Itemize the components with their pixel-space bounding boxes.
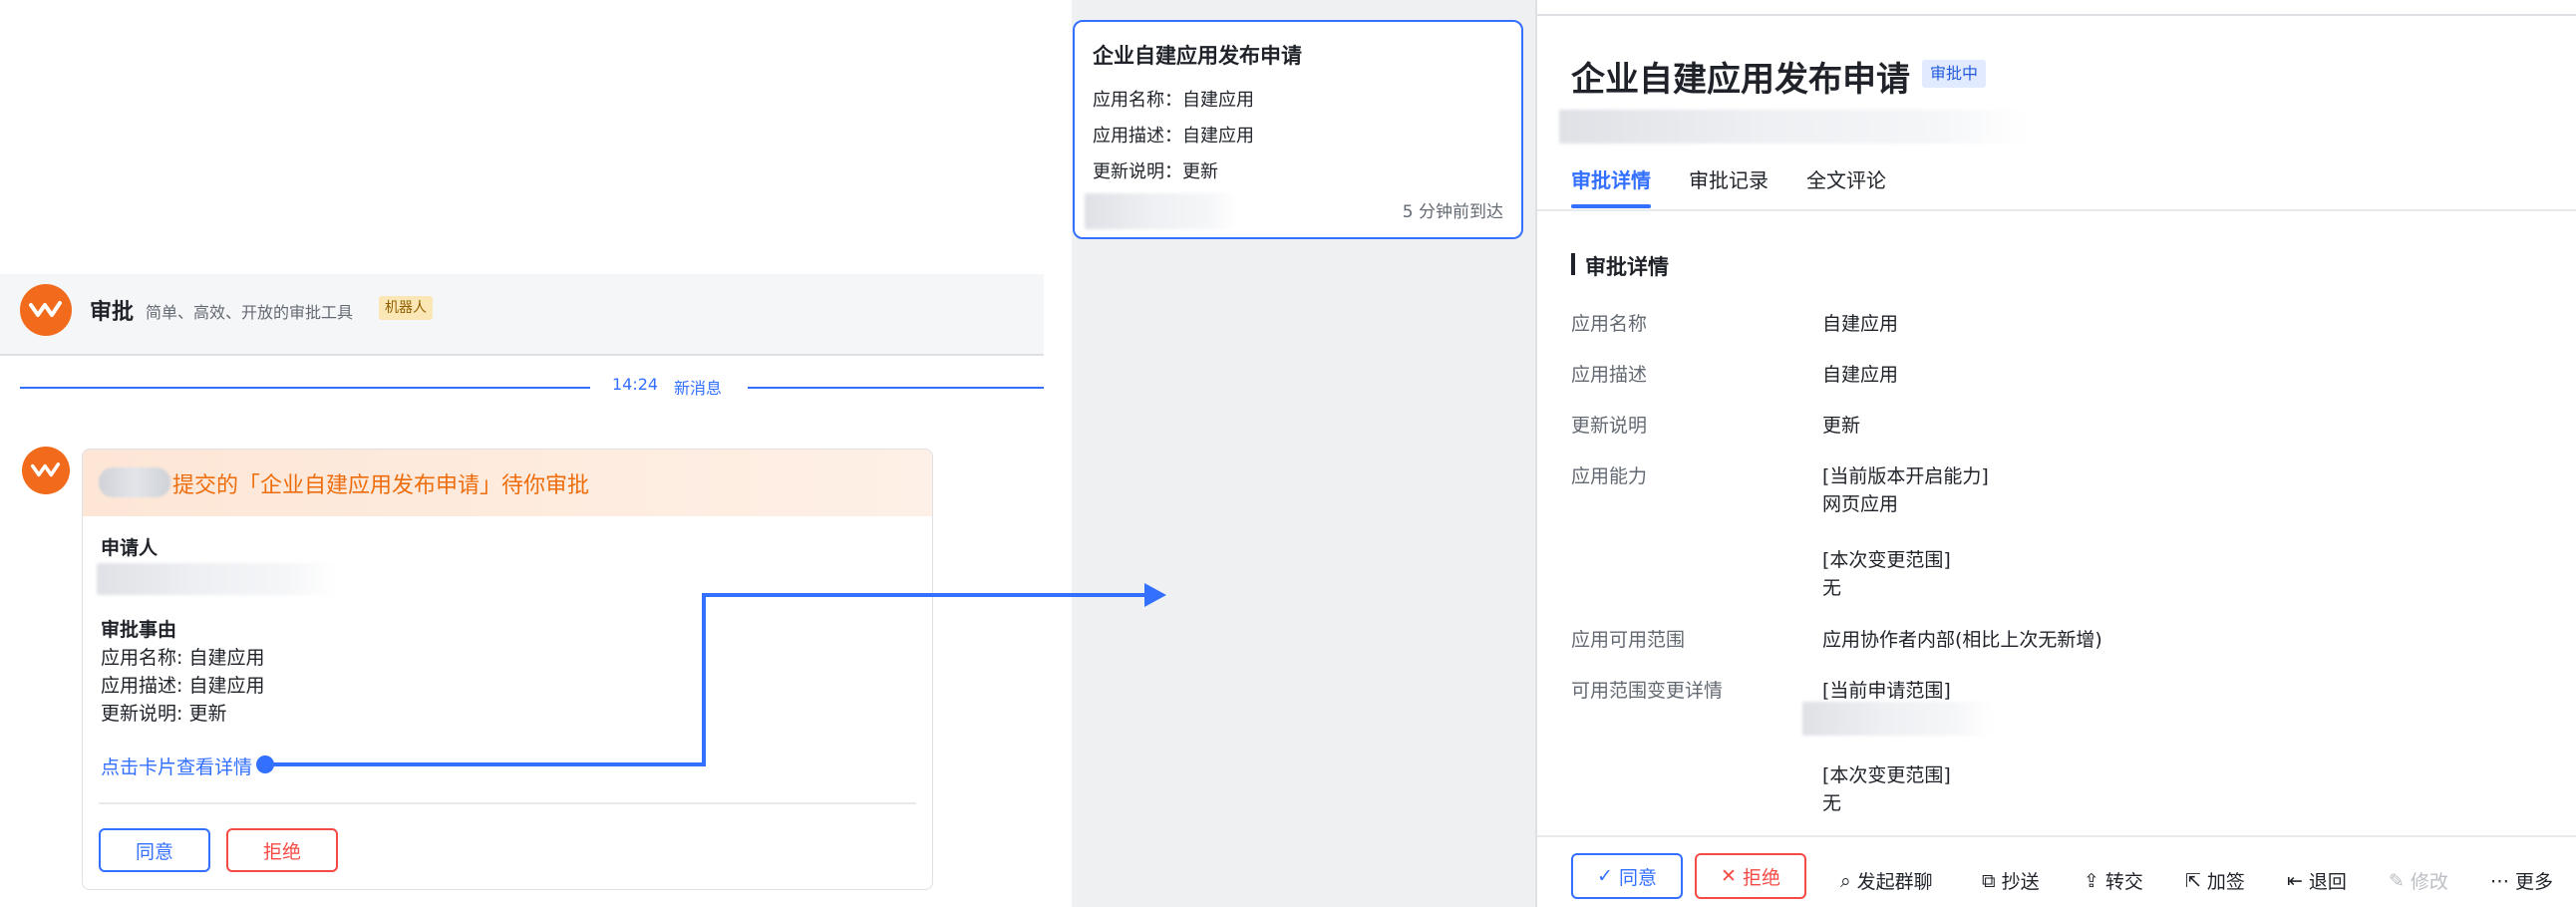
field-value: [当前申请范围] [1822, 680, 1951, 702]
more-icon: ⋯ [2490, 869, 2509, 892]
field-value: 无 [1822, 577, 1842, 599]
field-label: 应用能力 [1571, 465, 1648, 487]
field-label: 应用可用范围 [1571, 629, 1686, 651]
approval-detail-panel: 企业自建应用发布申请 审批中 审批详情 审批记录 全文评论 审批详情 应用名称 … [1535, 0, 2576, 907]
arrival-time: 5 分钟前到达 [1402, 202, 1503, 222]
section-title: 审批详情 [1585, 255, 1669, 279]
detail-title: 企业自建应用发布申请 [1571, 60, 1910, 100]
section-marker [1571, 253, 1575, 275]
field-label: 更新说明 [1571, 415, 1648, 437]
modify-button[interactable]: ✎ 修改 [2389, 867, 2448, 894]
group-chat-button[interactable]: ⌕ 发起群聊 [1840, 867, 1933, 894]
scope-redacted [1802, 702, 1992, 736]
field-value: 无 [1822, 792, 1842, 814]
add-sign-label: 加签 [2206, 871, 2245, 893]
return-icon: ⇤ [2287, 869, 2303, 892]
tab-approval-details[interactable]: 审批详情 [1571, 164, 1651, 193]
close-icon: ✕ [1721, 865, 1737, 887]
tab-approval-records[interactable]: 审批记录 [1689, 164, 1769, 193]
chat-icon: ⌕ [1840, 869, 1851, 892]
return-button[interactable]: ⇤ 退回 [2287, 867, 2347, 894]
flow-arrow [256, 583, 1166, 773]
field-value: [本次变更范围] [1822, 764, 1951, 786]
check-icon: ✓ [1597, 865, 1613, 887]
field-label: 应用描述 [1571, 364, 1648, 386]
submitter-redacted [1559, 110, 2028, 144]
field-value: 网页应用 [1822, 493, 1899, 515]
cc-label: 抄送 [2001, 871, 2040, 893]
field-value: 自建应用 [1822, 313, 1899, 335]
edit-icon: ✎ [2389, 869, 2405, 892]
active-tab-indicator [1571, 204, 1651, 208]
copy-icon: ⧉ [1982, 869, 1996, 892]
modify-label: 修改 [2410, 871, 2448, 893]
field-value: [本次变更范围] [1822, 549, 1951, 571]
field-label: 应用名称 [1571, 313, 1648, 335]
field-value: [当前版本开启能力] [1822, 465, 1989, 487]
field-label: 可用范围变更详情 [1571, 680, 1724, 702]
cc-button[interactable]: ⧉ 抄送 [1982, 867, 2040, 894]
group-chat-label: 发起群聊 [1856, 871, 1933, 893]
transfer-button[interactable]: ⇪ 转交 [2084, 867, 2143, 894]
add-sign-icon: ⇱ [2185, 869, 2201, 892]
add-sign-button[interactable]: ⇱ 加签 [2185, 867, 2245, 894]
more-label: 更多 [2515, 871, 2554, 893]
transfer-icon: ⇪ [2084, 869, 2099, 892]
reject-button[interactable]: ✕ 拒绝 [1695, 853, 1806, 899]
tab-comments[interactable]: 全文评论 [1806, 164, 1886, 193]
more-button[interactable]: ⋯ 更多 [2490, 867, 2553, 894]
agree-button[interactable]: ✓ 同意 [1571, 853, 1683, 899]
top-bar [1537, 0, 2576, 16]
transfer-label: 转交 [2104, 871, 2143, 893]
agree-label: 同意 [1618, 866, 1657, 889]
tabs-border [1537, 209, 2576, 211]
reject-label: 拒绝 [1742, 866, 1780, 889]
return-label: 退回 [2308, 871, 2347, 893]
field-value: 更新 [1822, 415, 1861, 437]
field-value: 自建应用 [1822, 364, 1899, 386]
status-badge: 审批中 [1922, 60, 1987, 88]
field-value: 应用协作者内部(相比上次无新增) [1822, 629, 2102, 651]
